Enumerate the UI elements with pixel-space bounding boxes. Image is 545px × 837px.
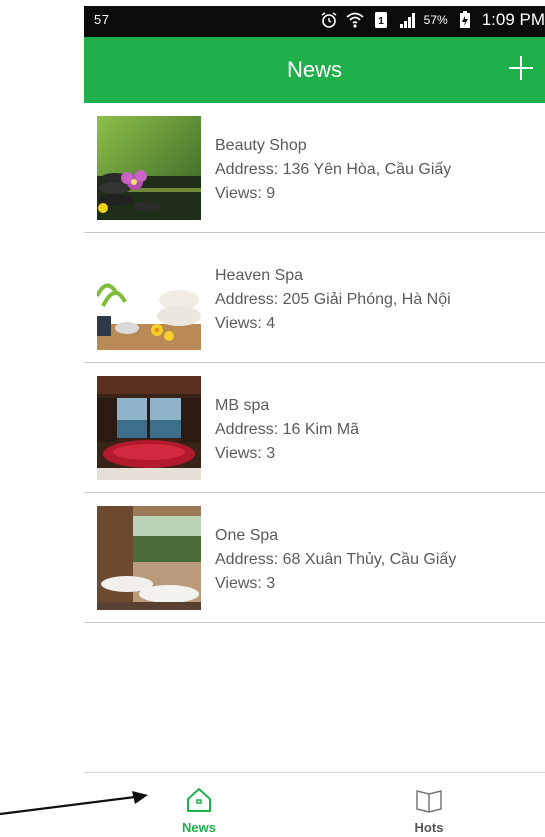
sim-icon: 1	[374, 12, 387, 28]
item-thumbnail	[97, 506, 201, 610]
book-icon	[416, 790, 442, 813]
app-bar: News	[84, 37, 545, 103]
arrow-annotation	[0, 791, 148, 816]
list-item[interactable]: One Spa Address: 68 Xuân Thủy, Cầu Giấy …	[84, 493, 545, 623]
item-thumbnail	[97, 116, 201, 220]
item-address: Address: 16 Kim Mã	[215, 421, 360, 438]
item-name: Heaven Spa	[215, 267, 304, 284]
item-views: Views: 9	[215, 185, 276, 202]
item-thumbnail	[97, 376, 201, 480]
tab-news-label: News	[182, 820, 216, 835]
item-name: MB spa	[215, 397, 270, 414]
tab-hots[interactable]: Hots	[314, 773, 544, 837]
status-bar: 57 1 57% 1:09 PM	[84, 6, 545, 37]
add-button[interactable]	[507, 54, 535, 82]
item-thumbnail	[97, 246, 201, 350]
list-item[interactable]: MB spa Address: 16 Kim Mã Views: 3	[84, 363, 545, 493]
list-item[interactable]: Beauty Shop Address: 136 Yên Hòa, Cầu Gi…	[84, 103, 545, 233]
clock: 1:09 PM	[481, 10, 545, 29]
item-views: Views: 3	[215, 445, 276, 462]
item-views: Views: 4	[215, 315, 276, 332]
alarm-icon	[321, 12, 337, 28]
battery-percent: 57%	[423, 13, 448, 27]
spa-list: Beauty Shop Address: 136 Yên Hòa, Cầu Gi…	[84, 103, 545, 623]
list-item[interactable]: Heaven Spa Address: 205 Giải Phóng, Hà N…	[84, 233, 545, 363]
wifi-icon	[346, 12, 364, 28]
item-views: Views: 3	[215, 575, 276, 592]
svg-text:1: 1	[378, 16, 384, 27]
item-name: One Spa	[215, 527, 279, 544]
item-address: Address: 68 Xuân Thủy, Cầu Giấy	[215, 551, 457, 568]
home-icon	[187, 788, 211, 812]
page-title: News	[286, 57, 342, 82]
tab-hots-label: Hots	[414, 820, 444, 835]
item-address: Address: 205 Giải Phóng, Hà Nội	[215, 291, 451, 308]
battery-icon	[459, 11, 470, 28]
notification-count: 57	[94, 12, 110, 27]
phone-screen: 57 1 57% 1:09 PM News Beauty Shop Addres…	[84, 6, 545, 837]
signal-icon	[399, 13, 415, 28]
item-name: Beauty Shop	[215, 137, 307, 154]
item-address: Address: 136 Yên Hòa, Cầu Giấy	[215, 161, 452, 178]
